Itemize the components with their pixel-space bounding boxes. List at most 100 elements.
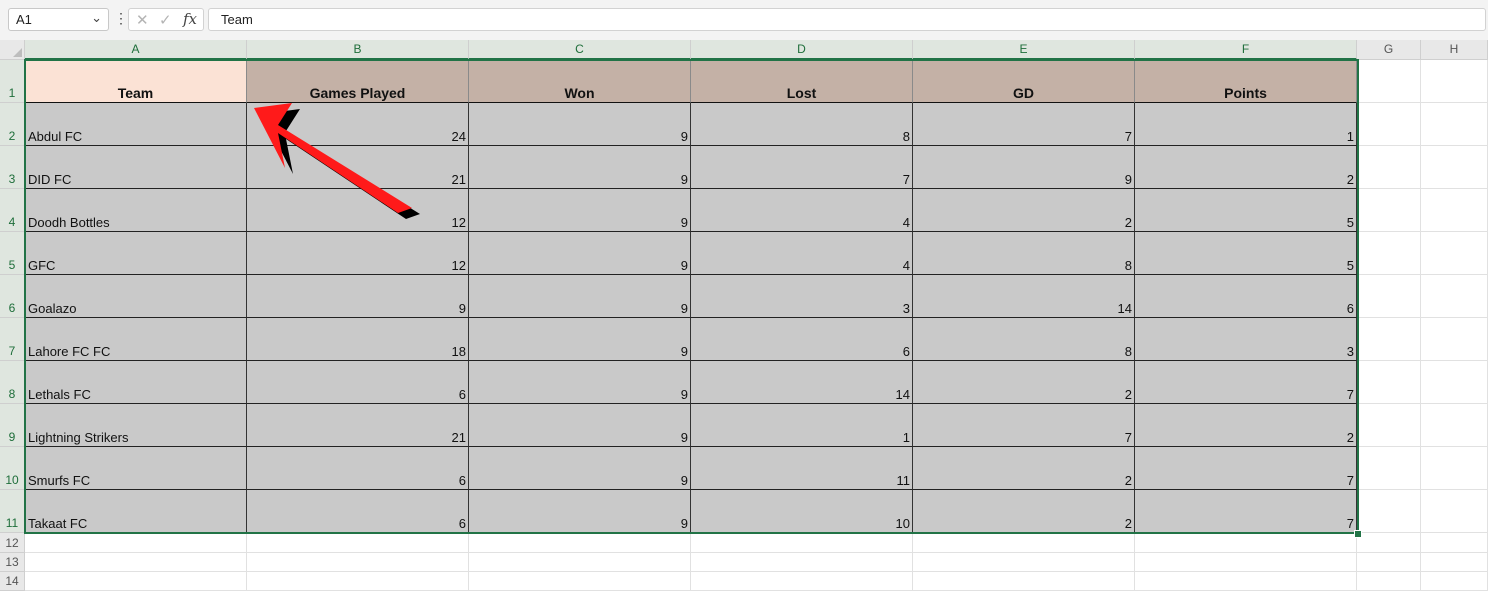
row-header-1[interactable]: 1: [0, 60, 25, 103]
cell-g11[interactable]: [1357, 490, 1421, 533]
stat-cell[interactable]: 2: [1135, 146, 1357, 189]
stat-cell[interactable]: 9: [469, 232, 691, 275]
stat-cell[interactable]: 9: [469, 318, 691, 361]
cell-b12[interactable]: [247, 533, 469, 553]
cell-d12[interactable]: [691, 533, 913, 553]
fill-handle[interactable]: [1354, 530, 1362, 538]
stat-cell[interactable]: 10: [691, 490, 913, 533]
stat-cell[interactable]: 2: [1135, 404, 1357, 447]
row-header-2[interactable]: 2: [0, 103, 25, 146]
cell-a13[interactable]: [25, 553, 247, 572]
team-name-cell[interactable]: DID FC: [25, 146, 247, 189]
select-all-corner[interactable]: [0, 40, 25, 60]
team-name-cell[interactable]: GFC: [25, 232, 247, 275]
column-header-f[interactable]: F: [1135, 40, 1357, 60]
stat-cell[interactable]: 6: [691, 318, 913, 361]
stat-cell[interactable]: 6: [247, 361, 469, 404]
stat-cell[interactable]: 12: [247, 232, 469, 275]
cell-c14[interactable]: [469, 572, 691, 591]
stat-cell[interactable]: 7: [1135, 361, 1357, 404]
team-name-cell[interactable]: Goalazo: [25, 275, 247, 318]
row-header-12[interactable]: 12: [0, 533, 25, 553]
cell-g10[interactable]: [1357, 447, 1421, 490]
spreadsheet-grid[interactable]: A B C D E F G H 1 2 3 4 5 6 7 8 9 10 11 12 13 14 Team Games Pla…: [0, 40, 1488, 591]
cell-g6[interactable]: [1357, 275, 1421, 318]
stat-cell[interactable]: 9: [469, 189, 691, 232]
cell-h3[interactable]: [1421, 146, 1488, 189]
formula-input[interactable]: Team: [208, 8, 1486, 31]
column-header-a[interactable]: A: [25, 40, 247, 60]
stat-cell[interactable]: 9: [247, 275, 469, 318]
column-header-c[interactable]: C: [469, 40, 691, 60]
stat-cell[interactable]: 14: [691, 361, 913, 404]
cell-g9[interactable]: [1357, 404, 1421, 447]
cell-f14[interactable]: [1135, 572, 1357, 591]
row-header-14[interactable]: 14: [0, 572, 25, 591]
cell-h11[interactable]: [1421, 490, 1488, 533]
stat-cell[interactable]: 4: [691, 232, 913, 275]
cell-g4[interactable]: [1357, 189, 1421, 232]
stat-cell[interactable]: 9: [469, 361, 691, 404]
cell-a12[interactable]: [25, 533, 247, 553]
stat-cell[interactable]: 4: [691, 189, 913, 232]
cell-b13[interactable]: [247, 553, 469, 572]
stat-cell[interactable]: 8: [913, 318, 1135, 361]
row-header-8[interactable]: 8: [0, 361, 25, 404]
stat-cell[interactable]: 2: [913, 361, 1135, 404]
cell-e12[interactable]: [913, 533, 1135, 553]
stat-cell[interactable]: 9: [469, 404, 691, 447]
x-icon[interactable]: ✕: [136, 11, 149, 29]
stat-cell[interactable]: 9: [469, 103, 691, 146]
team-name-cell[interactable]: Smurfs FC: [25, 447, 247, 490]
team-name-cell[interactable]: Doodh Bottles: [25, 189, 247, 232]
row-header-10[interactable]: 10: [0, 447, 25, 490]
stat-cell[interactable]: 9: [469, 275, 691, 318]
cell-h1[interactable]: [1421, 60, 1488, 103]
row-header-7[interactable]: 7: [0, 318, 25, 361]
stat-cell[interactable]: 1: [1135, 103, 1357, 146]
cell-g12[interactable]: [1357, 533, 1421, 553]
chevron-down-icon[interactable]: ⌄: [91, 10, 102, 26]
stat-cell[interactable]: 3: [691, 275, 913, 318]
stat-cell[interactable]: 5: [1135, 189, 1357, 232]
cell-g14[interactable]: [1357, 572, 1421, 591]
table-header-cell[interactable]: Won: [469, 60, 691, 103]
cell-h13[interactable]: [1421, 553, 1488, 572]
stat-cell[interactable]: 6: [247, 490, 469, 533]
cell-h7[interactable]: [1421, 318, 1488, 361]
cell-d13[interactable]: [691, 553, 913, 572]
cell-h6[interactable]: [1421, 275, 1488, 318]
stat-cell[interactable]: 7: [691, 146, 913, 189]
stat-cell[interactable]: 9: [913, 146, 1135, 189]
cell-g2[interactable]: [1357, 103, 1421, 146]
stat-cell[interactable]: 6: [1135, 275, 1357, 318]
stat-cell[interactable]: 2: [913, 447, 1135, 490]
stat-cell[interactable]: 7: [913, 103, 1135, 146]
stat-cell[interactable]: 18: [247, 318, 469, 361]
row-header-13[interactable]: 13: [0, 553, 25, 572]
row-header-5[interactable]: 5: [0, 232, 25, 275]
team-name-cell[interactable]: Lightning Strikers: [25, 404, 247, 447]
row-header-9[interactable]: 9: [0, 404, 25, 447]
cell-h12[interactable]: [1421, 533, 1488, 553]
stat-cell[interactable]: 2: [913, 189, 1135, 232]
stat-cell[interactable]: 1: [691, 404, 913, 447]
cell-a14[interactable]: [25, 572, 247, 591]
cell-g1[interactable]: [1357, 60, 1421, 103]
stat-cell[interactable]: 7: [1135, 490, 1357, 533]
column-header-h[interactable]: H: [1421, 40, 1488, 60]
cell-d14[interactable]: [691, 572, 913, 591]
stat-cell[interactable]: 14: [913, 275, 1135, 318]
stat-cell[interactable]: 2: [913, 490, 1135, 533]
team-name-cell[interactable]: Abdul FC: [25, 103, 247, 146]
stat-cell[interactable]: 3: [1135, 318, 1357, 361]
stat-cell[interactable]: 7: [913, 404, 1135, 447]
stat-cell[interactable]: 11: [691, 447, 913, 490]
column-header-g[interactable]: G: [1357, 40, 1421, 60]
column-header-e[interactable]: E: [913, 40, 1135, 60]
cell-h14[interactable]: [1421, 572, 1488, 591]
cell-h4[interactable]: [1421, 189, 1488, 232]
team-name-cell[interactable]: Takaat FC: [25, 490, 247, 533]
stat-cell[interactable]: 8: [691, 103, 913, 146]
team-name-cell[interactable]: Lethals FC: [25, 361, 247, 404]
